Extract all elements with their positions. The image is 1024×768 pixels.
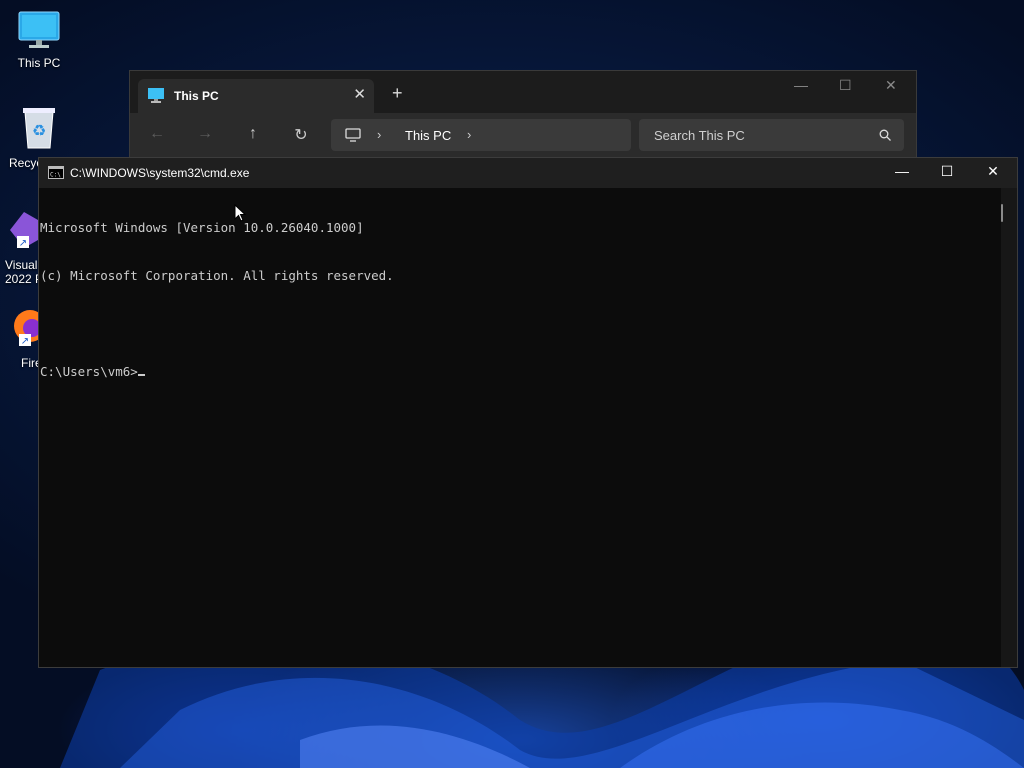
recycle-bin-icon: ♻	[23, 108, 55, 149]
minimize-icon[interactable]: —	[794, 77, 808, 93]
back-arrow-icon[interactable]: ←	[147, 125, 167, 143]
desktop-icon-this-pc[interactable]: This PC	[1, 10, 77, 70]
computer-icon	[345, 128, 361, 142]
svg-text:↗: ↗	[19, 238, 27, 249]
svg-text:C:\: C:\	[50, 172, 61, 179]
svg-text:↗: ↗	[21, 336, 29, 347]
cmd-line: (c) Microsoft Corporation. All rights re…	[40, 268, 394, 283]
breadcrumb-this-pc[interactable]: This PC	[405, 128, 451, 143]
up-arrow-icon[interactable]: ↑	[243, 125, 263, 143]
svg-text:♻: ♻	[32, 121, 46, 140]
monitor-icon	[18, 11, 60, 48]
cmd-line: Microsoft Windows [Version 10.0.26040.10…	[40, 220, 364, 235]
mouse-pointer-icon	[234, 204, 246, 222]
visual-studio-icon: ↗	[10, 212, 38, 249]
scrollbar-track[interactable]	[1001, 188, 1017, 667]
search-icon[interactable]	[879, 129, 891, 141]
cmd-icon: C:\	[48, 166, 64, 179]
cmd-output[interactable]: Microsoft Windows [Version 10.0.26040.10…	[40, 188, 1000, 663]
scrollbar-thumb[interactable]	[1001, 204, 1003, 222]
text-cursor	[137, 374, 145, 376]
refresh-icon[interactable]: ↻	[291, 125, 311, 145]
close-icon[interactable]: ✕	[973, 163, 1013, 180]
cmd-prompt: C:\Users\vm6>	[40, 364, 138, 379]
cmd-title-bar[interactable]: C:\ C:\WINDOWS\system32\cmd.exe — ☐ ✕	[39, 158, 1017, 188]
search-placeholder: Search This PC	[654, 128, 745, 143]
maximize-icon[interactable]: ☐	[927, 163, 967, 180]
explorer-toolbar: ← → ↑ ↻ › This PC › Search This PC	[130, 113, 916, 157]
chevron-right-icon[interactable]: ›	[467, 127, 471, 142]
minimize-icon[interactable]: —	[882, 163, 922, 179]
monitor-icon	[148, 88, 164, 103]
close-icon[interactable]: ✕	[885, 77, 897, 94]
search-box[interactable]: Search This PC	[639, 119, 904, 151]
forward-arrow-icon[interactable]: →	[195, 125, 215, 143]
cmd-prompt-line[interactable]: C:\Users\vm6>	[40, 364, 1000, 380]
close-tab-icon[interactable]: ✕	[353, 85, 366, 103]
maximize-icon[interactable]: ☐	[839, 77, 852, 94]
tab-title: This PC	[174, 89, 219, 103]
desktop-icon-label: This PC	[17, 56, 61, 70]
new-tab-button[interactable]: +	[392, 83, 403, 104]
cmd-line	[40, 316, 1000, 332]
tab-this-pc[interactable]: This PC ✕	[138, 79, 374, 113]
explorer-tab-bar: This PC ✕ + — ☐ ✕	[130, 71, 916, 113]
address-bar[interactable]: › This PC ›	[331, 119, 631, 151]
chevron-right-icon[interactable]: ›	[377, 127, 381, 142]
command-prompt-window[interactable]: C:\ C:\WINDOWS\system32\cmd.exe — ☐ ✕ Mi…	[38, 157, 1018, 668]
cmd-window-title: C:\WINDOWS\system32\cmd.exe	[70, 166, 250, 180]
